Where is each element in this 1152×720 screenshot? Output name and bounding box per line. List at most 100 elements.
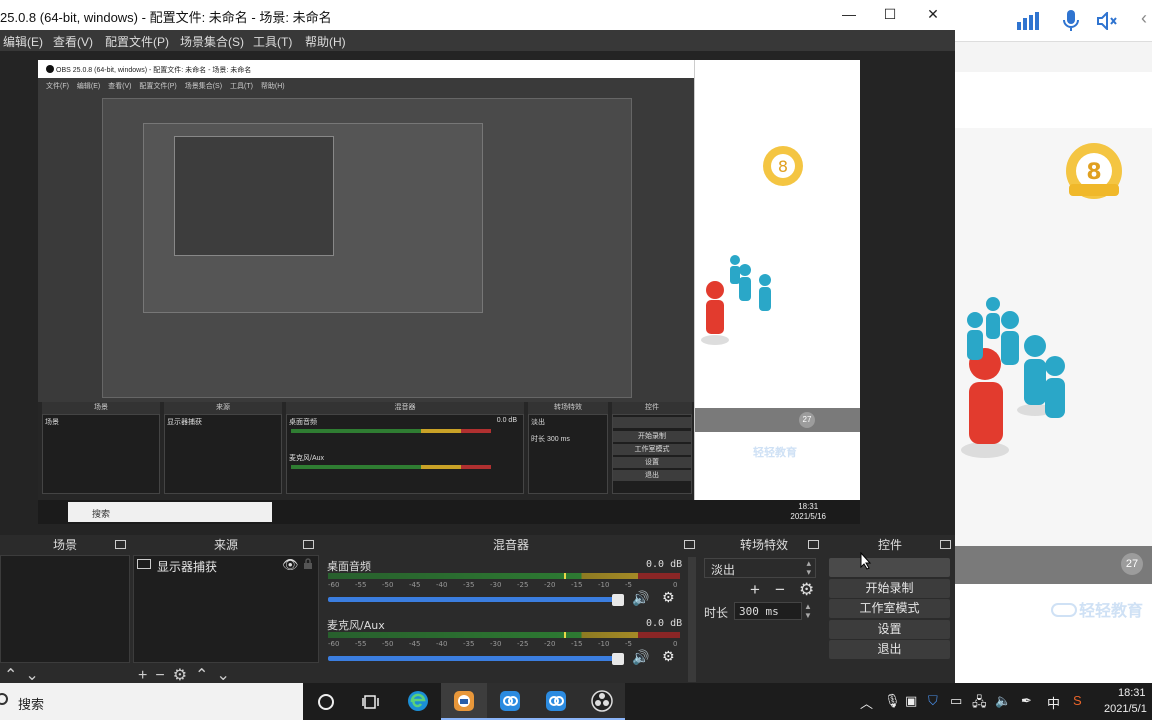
captured-duration: 300 ms — [546, 436, 570, 443]
source-item-label: 显示器捕获 — [157, 560, 218, 574]
signal-icon[interactable] — [1017, 12, 1039, 30]
tray-microphone-icon[interactable]: 🎙 — [884, 693, 901, 709]
mixer-scrollbar[interactable] — [688, 557, 696, 682]
browser-taskbar-app-1[interactable] — [487, 683, 533, 720]
tray-app-icon[interactable]: S — [1073, 693, 1082, 708]
captured-control-4: 退出 — [613, 470, 691, 481]
mouse-cursor-icon — [860, 552, 872, 570]
captured-menu: 文件(F) 编辑(E) 查看(V) 配置文件(P) 场景集合(S) 工具(T) … — [38, 78, 694, 92]
maximize-button[interactable]: ☐ — [868, 0, 912, 30]
scenes-list[interactable] — [0, 555, 130, 663]
mixer-channel-name-mic: 麦克风/Aux — [327, 619, 385, 632]
tray-device-icon[interactable]: ▣ — [905, 693, 917, 709]
start-streaming-button[interactable] — [829, 558, 950, 577]
taskbar-search[interactable]: 搜索 — [0, 683, 303, 720]
volume-slider-handle-desktop[interactable] — [612, 594, 624, 606]
monitor-icon — [137, 559, 151, 569]
tray-battery-icon[interactable]: ▭ — [950, 693, 962, 709]
menu-edit[interactable]: 编辑(E) — [3, 33, 43, 50]
tray-volume-icon[interactable]: 🔈 — [995, 693, 1011, 709]
captured-controls: 开始录制 工作室模式 设置 退出 — [612, 414, 692, 494]
window-title: 25.0.8 (64-bit, windows) - 配置文件: 未命名 - 场… — [0, 10, 332, 25]
page-number-badge: 27 — [1121, 553, 1143, 575]
sources-dock-title: 来源 — [133, 535, 319, 555]
close-button[interactable]: ✕ — [911, 0, 955, 30]
duration-field[interactable]: 300 ms — [734, 602, 802, 620]
captured-dock-scenes: 场景 — [42, 402, 160, 414]
mixer-channel-name-desktop: 桌面音频 — [327, 560, 371, 573]
ime-indicator[interactable]: 中 — [1047, 693, 1060, 712]
edge-app[interactable] — [395, 683, 441, 720]
obs-taskbar-app[interactable] — [441, 683, 487, 720]
transition-gear-icon[interactable]: ⚙ — [799, 580, 814, 600]
menu-profile[interactable]: 配置文件(P) — [105, 33, 169, 50]
lock-icon[interactable] — [303, 558, 313, 569]
controls-float-icon[interactable] — [940, 540, 951, 549]
task-view-button[interactable] — [303, 683, 349, 720]
mixer-dock-title: 混音器 — [322, 535, 700, 555]
cloud-classroom-icon-2 — [546, 691, 566, 711]
remove-transition-icon[interactable]: − — [775, 580, 785, 600]
source-move-down-icon[interactable]: ⌄ — [216, 665, 229, 685]
title-bar: 25.0.8 (64-bit, windows) - 配置文件: 未命名 - 场… — [0, 0, 955, 30]
exit-button[interactable]: 退出 — [829, 640, 950, 659]
captured-meter-0 — [291, 429, 491, 433]
captured-clock-date: 2021/5/16 — [790, 512, 826, 521]
sources-toolbar: + − ⚙ ⌃ ⌄ — [138, 665, 238, 685]
captured-source-list: 显示器捕获 — [164, 414, 282, 494]
scene-move-up-icon[interactable]: ⌃ — [4, 665, 17, 685]
screen-capture-preview: OBS 25.0.8 (64-bit, windows) - 配置文件: 未命名… — [38, 60, 860, 524]
menu-help[interactable]: 帮助(H) — [305, 33, 346, 50]
volume-slider-handle-mic[interactable] — [612, 653, 624, 665]
transitions-float-icon[interactable] — [808, 540, 819, 549]
show-hidden-icons-chevron-icon[interactable]: ︿ — [860, 693, 873, 712]
captured-preview — [38, 92, 694, 402]
taskbar-search-placeholder: 搜索 — [18, 697, 45, 712]
gear-icon-desktop[interactable]: ⚙ — [662, 589, 675, 606]
taskbar-clock[interactable]: 18:31 2021/5/1 — [1104, 685, 1147, 717]
transition-select[interactable]: 淡出 ▴ ▾ — [704, 558, 816, 578]
source-settings-gear-icon[interactable]: ⚙ — [173, 665, 187, 685]
sources-float-icon[interactable] — [303, 540, 314, 549]
scenes-float-icon[interactable] — [115, 540, 126, 549]
task-switch-button[interactable] — [348, 683, 394, 720]
more-icon[interactable]: ‹ — [1141, 8, 1147, 29]
gear-icon-mic[interactable]: ⚙ — [662, 648, 675, 665]
mixer-float-icon[interactable] — [684, 540, 695, 549]
duration-spinner-icon[interactable]: ▲ ▼ — [804, 602, 812, 620]
studio-mode-button[interactable]: 工作室模式 — [829, 599, 950, 618]
tray-shield-icon[interactable]: ⛉ — [928, 693, 938, 709]
svg-text:8: 8 — [778, 157, 788, 176]
scenes-dock-title: 场景 — [0, 535, 130, 555]
volume-slider-desktop[interactable] — [328, 597, 618, 602]
minimize-button[interactable]: — — [827, 0, 871, 30]
source-item-display-capture[interactable]: 显示器捕获 👁 — [135, 557, 318, 575]
background-webpage: ‹ 8 27 轻轻教育 — [955, 0, 1152, 683]
start-recording-button[interactable]: 开始录制 — [829, 579, 950, 598]
menu-view[interactable]: 查看(V) — [53, 33, 93, 50]
speaker-icon[interactable] — [1097, 12, 1117, 30]
captured-control-2: 工作室模式 — [613, 444, 691, 455]
captured-badge: 27 — [799, 412, 815, 428]
microphone-icon[interactable] — [1063, 10, 1079, 32]
visibility-eye-icon[interactable]: 👁 — [282, 557, 299, 573]
captured-dock-sources: 来源 — [164, 402, 282, 414]
menu-bar: 编辑(E) 查看(V) 配置文件(P) 场景集合(S) 工具(T) 帮助(H) — [0, 30, 955, 51]
meter-ticks-desktop: -60 -55 -50 -45 -40 -35 -30 -25 -20 -15 -10 -5 0 — [328, 581, 678, 589]
captured-control-1: 开始录制 — [613, 431, 691, 442]
menu-scene-collection[interactable]: 场景集合(S) — [180, 33, 244, 50]
volume-slider-mic[interactable] — [328, 656, 618, 661]
source-move-up-icon[interactable]: ⌃ — [195, 665, 208, 685]
browser-taskbar-app-2[interactable] — [533, 683, 579, 720]
tray-pen-icon[interactable]: ✒ — [1021, 693, 1032, 709]
scene-move-down-icon[interactable]: ⌄ — [25, 665, 38, 685]
speaker-icon-mic[interactable]: 🔊 — [632, 649, 649, 666]
obs-window: 25.0.8 (64-bit, windows) - 配置文件: 未命名 - 场… — [0, 0, 955, 685]
obs-studio-taskbar-app[interactable] — [579, 683, 625, 720]
speaker-icon-desktop[interactable]: 🔊 — [632, 590, 649, 607]
captured-search: 搜索 — [68, 502, 272, 522]
tray-network-icon[interactable]: 🖧 — [972, 693, 987, 715]
menu-tools[interactable]: 工具(T) — [253, 33, 292, 50]
settings-button[interactable]: 设置 — [829, 620, 950, 639]
add-transition-icon[interactable]: + — [750, 580, 760, 600]
